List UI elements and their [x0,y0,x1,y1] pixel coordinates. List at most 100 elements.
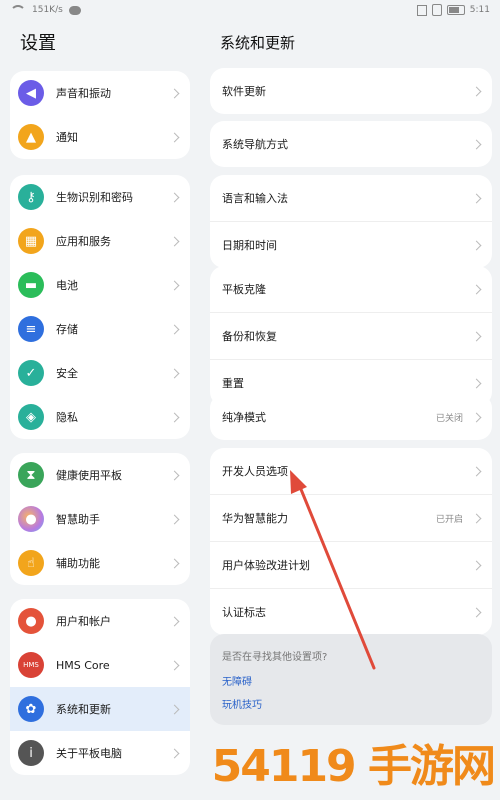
sidebar-item[interactable]: ▲ 通知 [10,115,190,159]
detail-item[interactable]: 开发人员选项 [210,448,492,495]
sidebar-item[interactable]: ● 用户和帐户 [10,599,190,643]
detail-item[interactable]: 语言和输入法 [210,175,492,222]
bell-icon: ▲ [18,124,44,150]
user-icon: ● [18,608,44,634]
detail-item-label: 日期和时间 [222,239,277,252]
sidebar-item[interactable]: ⚷ 生物识别和密码 [10,175,190,219]
chevron-right-icon [169,368,180,378]
detail-item-label: 软件更新 [222,85,266,98]
sidebar-item-label: 电池 [56,279,78,292]
chevron-right-icon [471,560,482,570]
sidebar-item[interactable]: ≡ 存储 [10,307,190,351]
chevron-right-icon [471,331,482,341]
battery-status-icon [446,5,465,15]
chevron-right-icon [471,193,482,203]
settings-sidebar: 设置 ◀ 声音和振动 ▲ 通知 ⚷ 生物识别和密码 ▦ 应用和服务 ▬ 电池 ≡ 存储 ✓ 安全 ◈ 隐私 ⧗ 健… [10,22,190,775]
chevron-right-icon [471,284,482,294]
detail-item[interactable]: 平板克隆 [210,266,492,313]
detail-item[interactable]: 用户体验改进计划 [210,542,492,589]
detail-item-label: 平板克隆 [222,283,266,296]
hourglass-icon: ⧗ [18,462,44,488]
sidebar-item-label: 声音和振动 [56,87,111,100]
detail-item[interactable]: 系统导航方式 [210,121,492,167]
sidebar-item[interactable]: ▬ 电池 [10,263,190,307]
detail-group: 开发人员选项 华为智慧能力 已开启用户体验改进计划认证标志 [210,448,492,635]
detail-item-label: 重置 [222,377,244,390]
chevron-right-icon [169,616,180,626]
detail-item[interactable]: 日期和时间 [210,222,492,268]
clock: 5:11 [469,5,490,15]
detail-item-value: 已开启 [435,514,463,525]
detail-group: 平板克隆备份和恢复重置 [210,266,492,406]
sidebar-item[interactable]: ☝ 辅助功能 [10,541,190,585]
chevron-right-icon [169,236,180,246]
sidebar-item[interactable]: ✓ 安全 [10,351,190,395]
detail-item[interactable]: 软件更新 [210,68,492,114]
sidebar-item[interactable]: ◀ 声音和振动 [10,71,190,115]
suggestion-link[interactable]: 玩机技巧 [210,692,492,715]
chevron-right-icon [169,280,180,290]
shield-icon: ✓ [18,360,44,386]
detail-item-label: 用户体验改进计划 [222,559,310,572]
sidebar-item[interactable]: HMS HMS Core [10,643,190,687]
detail-item-label: 系统导航方式 [222,138,288,151]
sidebar-item-label: 存储 [56,323,78,336]
chevron-right-icon [169,514,180,524]
watermark: 54119 手游网 [211,741,496,792]
wifi-icon [10,5,26,15]
sidebar-item[interactable]: ◈ 隐私 [10,395,190,439]
detail-group: 语言和输入法 日期和时间 [210,175,492,268]
suggestion-question: 是否在寻找其他设置项? [222,652,328,663]
privacy-icon: ◈ [18,404,44,430]
battery-icon: ▬ [18,272,44,298]
detail-title: 系统和更新 [220,33,296,52]
sidebar-item-label: 生物识别和密码 [56,191,133,204]
sidebar-item[interactable]: ▦ 应用和服务 [10,219,190,263]
chevron-right-icon [471,513,482,523]
chevron-right-icon [169,412,180,422]
settings-group: ⧗ 健康使用平板 ● 智慧助手 ☝ 辅助功能 [10,453,190,585]
sidebar-item-label: 健康使用平板 [56,469,122,482]
speaker-icon: ◀ [18,80,44,106]
message-icon [68,5,81,15]
sidebar-item[interactable]: i 关于平板电脑 [10,731,190,775]
bluetooth-icon [416,4,427,16]
sidebar-item-label: 安全 [56,367,78,380]
detail-group: 纯净模式 已关闭 [210,394,492,440]
settings-group: ⚷ 生物识别和密码 ▦ 应用和服务 ▬ 电池 ≡ 存储 ✓ 安全 ◈ 隐私 [10,175,190,439]
chevron-right-icon [471,412,482,422]
detail-item[interactable]: 备份和恢复 [210,313,492,360]
suggestion-box: 是否在寻找其他设置项? 无障碍 玩机技巧 [210,634,492,725]
gear-icon: ✿ [18,696,44,722]
chevron-right-icon [169,660,180,670]
sidebar-item-label: 智慧助手 [56,513,100,526]
grid-icon: ▦ [18,228,44,254]
page-title: 设置 [20,33,56,54]
sidebar-item-label: 系统和更新 [56,703,111,716]
detail-item[interactable]: 认证标志 [210,589,492,635]
detail-item-label: 语言和输入法 [222,192,288,205]
sidebar-item-label: 关于平板电脑 [56,747,122,760]
chevron-right-icon [169,558,180,568]
chevron-right-icon [471,378,482,388]
detail-item[interactable]: 纯净模式 已关闭 [210,394,492,440]
sidebar-item-label: 用户和帐户 [56,615,111,628]
detail-group: 系统导航方式 [210,121,492,167]
sidebar-item[interactable]: ⧗ 健康使用平板 [10,453,190,497]
detail-pane: 系统和更新 软件更新 系统导航方式 语言和输入法 日期和时间 平板克隆 备份和恢复 重置 纯净… [210,22,492,725]
info-icon: i [18,740,44,766]
chevron-right-icon [169,748,180,758]
sidebar-item-label: 辅助功能 [56,557,100,570]
storage-icon: ≡ [18,316,44,342]
sidebar-item-label: 隐私 [56,411,78,424]
sidebar-item[interactable]: ● 智慧助手 [10,497,190,541]
chevron-right-icon [471,86,482,96]
settings-group: ◀ 声音和振动 ▲ 通知 [10,71,190,159]
sidebar-item[interactable]: ✿ 系统和更新 [10,687,190,731]
suggestion-link[interactable]: 无障碍 [210,669,492,692]
hand-icon: ☝ [18,550,44,576]
sidebar-item-label: HMS Core [56,658,110,672]
chevron-right-icon [471,139,482,149]
detail-item[interactable]: 华为智慧能力 已开启 [210,495,492,542]
assistant-icon: ● [18,506,44,532]
